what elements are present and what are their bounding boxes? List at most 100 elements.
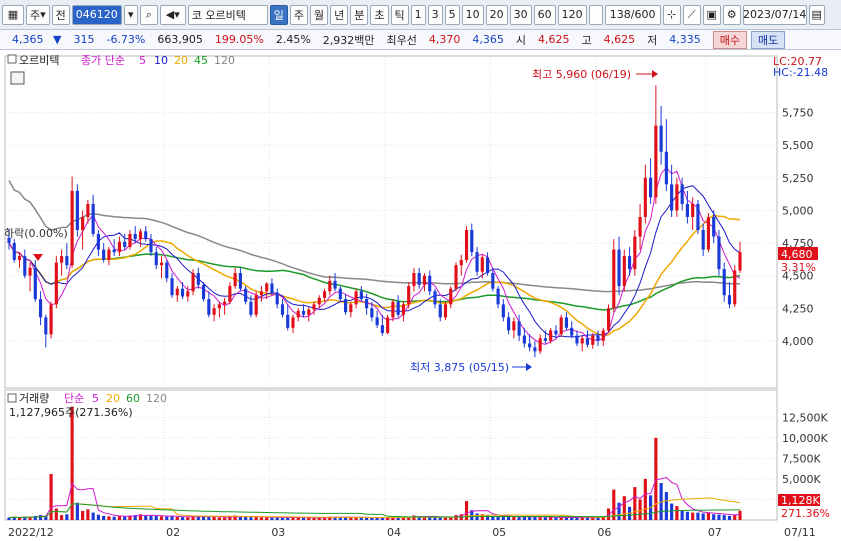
volume-bar [712,514,716,520]
interval-1[interactable]: 1 [410,4,426,25]
volume-bar [70,406,74,520]
candle-body [233,273,237,287]
candle-body [244,288,248,302]
speaker-icon[interactable]: ◀▾ [159,4,186,25]
candle-body [396,301,400,315]
price-tick-label: 4,250 [782,302,814,315]
interval-5[interactable]: 5 [444,4,460,25]
save-icon[interactable]: ▣ [702,4,721,25]
period-day[interactable]: 일 [269,4,288,25]
candle-body [238,273,242,289]
table-view-icon[interactable] [10,71,25,85]
volume-bar [538,517,542,520]
candle-body [228,286,232,302]
draw-line-icon[interactable]: ⟋ [682,4,701,25]
candle-body [33,267,37,300]
vol-ma120-label: 120 [146,392,167,405]
stock-title: 오르비텍 [19,54,59,67]
price-tick-label: 5,500 [782,139,814,152]
code-dropdown-icon[interactable]: ▾ [123,4,138,25]
volume-bar [81,510,85,520]
last-volume-pct: 271.36% [781,507,830,520]
volume-bar [375,517,379,520]
candle-body [501,304,505,318]
candle-body [675,184,679,211]
candle-body [617,249,621,287]
candle-body [102,249,106,260]
candle-body [496,288,500,305]
candle-body [733,270,737,305]
interval-3[interactable]: 3 [427,4,443,25]
interval-20[interactable]: 20 [485,4,508,25]
interval-120[interactable]: 120 [557,4,587,25]
period-tick[interactable]: 틱 [390,4,409,25]
volume-bar [86,509,90,520]
min-price-annotation: 최저 3,875 (05/15) [410,361,509,374]
candle-body [75,190,79,230]
period-week[interactable]: 주 [289,4,309,25]
calendar-icon[interactable]: ▤ [808,4,825,25]
candle-body [454,265,458,289]
candle-body [81,216,85,230]
buy-button[interactable]: 매수 [712,30,748,49]
chart-toolbar: ▦ 주 ▾ 전 046120 ▾ ⌕ ◀▾ 코 오르비텍 일 주 월 년 분 초 … [0,0,841,30]
stock-code-input[interactable]: 046120 [71,4,122,25]
prev-button[interactable]: 전 [51,4,70,25]
interval-30[interactable]: 30 [509,4,532,25]
volume-bar [75,502,79,520]
period-minute[interactable]: 분 [350,4,369,25]
volume-bar [701,513,705,520]
volume-bar [270,517,274,520]
stock-name-field[interactable]: 코 오르비텍 [187,4,268,25]
gear-icon[interactable]: ⚙ [722,4,741,25]
candle-body [606,308,611,331]
candle-body [317,297,321,305]
interval-10[interactable]: 10 [461,4,484,25]
date-field[interactable]: 2023/07/14 [742,4,807,25]
candle-body [422,275,427,285]
candle-body [375,317,379,326]
candle-body [717,236,721,270]
open-label: 시 [515,33,527,47]
search-icon[interactable]: ⌕ [139,4,158,25]
volume-bar [38,515,43,520]
crosshair-icon[interactable]: ⊹ [662,4,681,25]
candle-body [333,280,337,289]
price-volume-chart[interactable]: 5,7505,5005,2505,0004,7504,5004,2504,000… [0,50,841,541]
candle-body [354,291,358,305]
candle-body [223,301,227,305]
candle-body [296,310,300,318]
volume-bar [554,517,558,520]
count-field[interactable]: 138/600 [604,4,661,25]
x-tick-label: 04 [387,526,401,539]
x-tick-label: 2022/12 [8,526,54,539]
candle-body [627,256,632,270]
market-select[interactable]: 주 ▾ [26,4,50,25]
period-year[interactable]: 년 [330,4,349,25]
candle-body [464,230,469,260]
candle-body [54,262,58,305]
candle-body [65,256,69,266]
high-price: 4,625 [603,33,636,46]
chart-menu-icon[interactable]: ▦ [2,4,24,25]
price-change: 315 [73,33,95,46]
candle-body [349,304,353,313]
volume-bar [202,516,206,520]
x-tick-label: 06 [597,526,611,539]
candle-body [338,288,342,300]
best-ask-label: 최우선 [386,33,417,47]
volume-bar [485,515,490,520]
candle-body [528,343,532,348]
volume-bar [165,516,169,520]
candle-body [365,299,369,309]
candle-body [559,317,563,335]
volume-bar [307,517,311,520]
interval-input[interactable] [588,4,603,25]
candle-body [91,203,95,234]
volume-bar [149,515,153,520]
period-month[interactable]: 월 [310,4,329,25]
interval-60[interactable]: 60 [533,4,556,25]
candle-body [259,291,264,296]
period-second[interactable]: 초 [370,4,389,25]
sell-button[interactable]: 매도 [751,30,786,49]
